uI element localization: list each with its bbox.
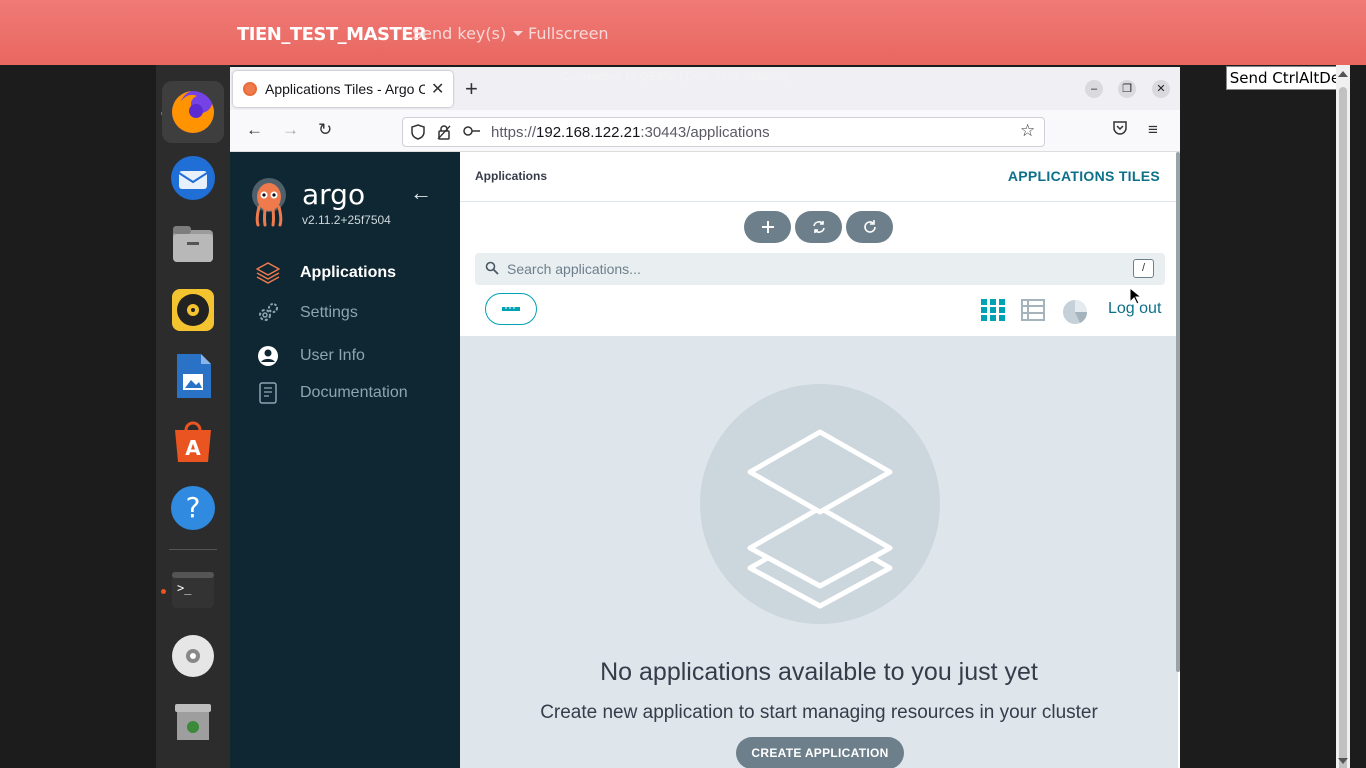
filter-icon bbox=[502, 307, 520, 311]
gears-icon bbox=[256, 301, 280, 325]
list-view-icon[interactable] bbox=[1021, 299, 1045, 326]
connection-status: Connected to QEMU (Tien_Test_Master) bbox=[560, 69, 788, 83]
tab-applications-tiles[interactable]: Applications Tiles - Argo CD ✕ bbox=[233, 71, 453, 107]
restore-icon[interactable]: ❐ bbox=[1118, 80, 1136, 98]
app-center-icon[interactable]: A bbox=[162, 411, 224, 473]
collapse-sidebar-icon[interactable]: ← bbox=[410, 180, 432, 206]
search-shortcut-hint: / bbox=[1133, 259, 1154, 278]
sidebar-item-settings[interactable]: Settings bbox=[256, 298, 358, 328]
content-scrollbar[interactable] bbox=[1176, 152, 1180, 672]
page-scrollbar[interactable] bbox=[1336, 65, 1350, 768]
dock-separator bbox=[169, 549, 217, 550]
filters-toggle-button[interactable] bbox=[485, 293, 537, 325]
refresh-apps-button[interactable] bbox=[846, 211, 893, 243]
new-tab-button[interactable]: + bbox=[465, 76, 478, 102]
layers-icon bbox=[747, 429, 893, 609]
new-app-button[interactable] bbox=[744, 211, 791, 243]
back-icon[interactable]: ← bbox=[246, 120, 263, 140]
reload-icon[interactable]: ↻ bbox=[318, 120, 332, 140]
vm-title: TIEN_TEST_MASTER bbox=[237, 24, 427, 45]
url-text[interactable]: https://192.168.122.21:30443/application… bbox=[491, 124, 770, 141]
create-application-button[interactable]: CREATE APPLICATION bbox=[736, 737, 904, 768]
scroll-up-icon[interactable] bbox=[1338, 71, 1348, 77]
pocket-icon[interactable] bbox=[1112, 120, 1128, 141]
menu-icon[interactable]: ≡ bbox=[1148, 120, 1158, 140]
summary-pie-view-icon[interactable] bbox=[1062, 299, 1088, 330]
argo-sidebar: argo v2.11.2+25f7504 ← Applications Sett… bbox=[230, 152, 460, 768]
svg-text:A: A bbox=[185, 436, 201, 460]
sidebar-item-applications[interactable]: Applications bbox=[256, 258, 396, 288]
minimize-icon[interactable]: – bbox=[1085, 80, 1103, 98]
sidebar-item-label: Applications bbox=[300, 264, 397, 281]
help-icon[interactable]: ? bbox=[162, 477, 224, 539]
book-icon bbox=[256, 381, 280, 405]
url-host: 192.168.122.21 bbox=[536, 124, 641, 141]
key-icon[interactable] bbox=[463, 124, 481, 140]
sidebar-item-label: Settings bbox=[300, 304, 358, 321]
user-circle-icon bbox=[256, 344, 280, 368]
chevron-down-icon bbox=[513, 31, 524, 36]
argo-main-content: Applications APPLICATIONS TILES / bbox=[460, 152, 1178, 768]
lock-warning-icon[interactable] bbox=[437, 124, 451, 143]
empty-state-subtitle: Create new application to start managing… bbox=[540, 702, 1098, 723]
navigation-toolbar: ← → ↻ https://192.168.122.21:30443/appli… bbox=[230, 110, 1180, 152]
search-input[interactable] bbox=[507, 253, 1127, 285]
tiles-view-icon[interactable] bbox=[981, 299, 1005, 326]
send-keys-label: Send key(s) bbox=[412, 24, 507, 43]
show-apps-icon[interactable] bbox=[162, 741, 224, 768]
close-tab-icon[interactable]: ✕ bbox=[431, 79, 444, 99]
shield-icon[interactable] bbox=[411, 124, 425, 143]
terminal-icon[interactable]: >_ bbox=[162, 559, 224, 621]
scroll-down-icon[interactable] bbox=[1338, 758, 1348, 764]
breadcrumb[interactable]: Applications bbox=[475, 169, 547, 183]
thunderbird-icon[interactable] bbox=[162, 147, 224, 209]
sidebar-item-label: User Info bbox=[300, 347, 365, 364]
novnc-control-bar: TIEN_TEST_MASTER Send key(s) Fullscreen bbox=[0, 0, 1366, 65]
argo-version: v2.11.2+25f7504 bbox=[302, 213, 391, 227]
close-window-icon[interactable]: ✕ bbox=[1152, 80, 1170, 98]
fullscreen-button[interactable]: Fullscreen bbox=[528, 24, 609, 43]
search-bar[interactable]: / bbox=[475, 253, 1165, 285]
search-icon bbox=[485, 261, 499, 280]
sidebar-item-label: Documentation bbox=[300, 384, 408, 401]
url-path: :30443/applications bbox=[640, 124, 770, 141]
forward-icon[interactable]: → bbox=[282, 120, 299, 140]
sync-apps-button[interactable] bbox=[795, 211, 842, 243]
sidebar-item-user-info[interactable]: User Info bbox=[256, 341, 365, 371]
page-title: APPLICATIONS TILES bbox=[1007, 168, 1160, 184]
rhythmbox-icon[interactable] bbox=[162, 279, 224, 341]
svg-text:>_: >_ bbox=[177, 581, 192, 595]
url-bar[interactable]: https://192.168.122.21:30443/application… bbox=[402, 117, 1045, 147]
disc-icon[interactable] bbox=[162, 625, 224, 687]
firefox-icon[interactable] bbox=[162, 81, 224, 143]
argo-favicon-icon bbox=[243, 82, 257, 96]
send-ctrl-alt-del-button[interactable]: Send CtrlAltDel bbox=[1226, 66, 1348, 90]
layers-icon bbox=[256, 261, 280, 285]
page-header: Applications APPLICATIONS TILES bbox=[460, 152, 1178, 202]
send-keys-dropdown[interactable]: Send key(s) bbox=[412, 24, 524, 43]
ubuntu-dock: A ? >_ bbox=[156, 65, 230, 768]
applications-toolbar: / Log out bbox=[460, 202, 1178, 336]
argo-logo-text: argo bbox=[302, 178, 366, 211]
argo-logo-icon bbox=[249, 177, 289, 227]
empty-state-illustration bbox=[700, 384, 940, 624]
svg-text:?: ? bbox=[186, 491, 201, 524]
scrollbar-thumb[interactable] bbox=[1339, 87, 1347, 768]
bookmark-star-icon[interactable]: ☆ bbox=[1020, 121, 1035, 141]
empty-state-title: No applications available to you just ye… bbox=[600, 658, 1038, 686]
mouse-cursor-icon bbox=[1129, 286, 1143, 310]
firefox-window: Applications Tiles - Argo CD ✕ + – ❐ ✕ ←… bbox=[230, 67, 1180, 768]
libreoffice-writer-icon[interactable] bbox=[162, 345, 224, 407]
sidebar-item-documentation[interactable]: Documentation bbox=[256, 378, 408, 408]
url-scheme: https:// bbox=[491, 124, 537, 141]
tab-title: Applications Tiles - Argo CD bbox=[265, 81, 425, 97]
files-icon[interactable] bbox=[162, 213, 224, 275]
